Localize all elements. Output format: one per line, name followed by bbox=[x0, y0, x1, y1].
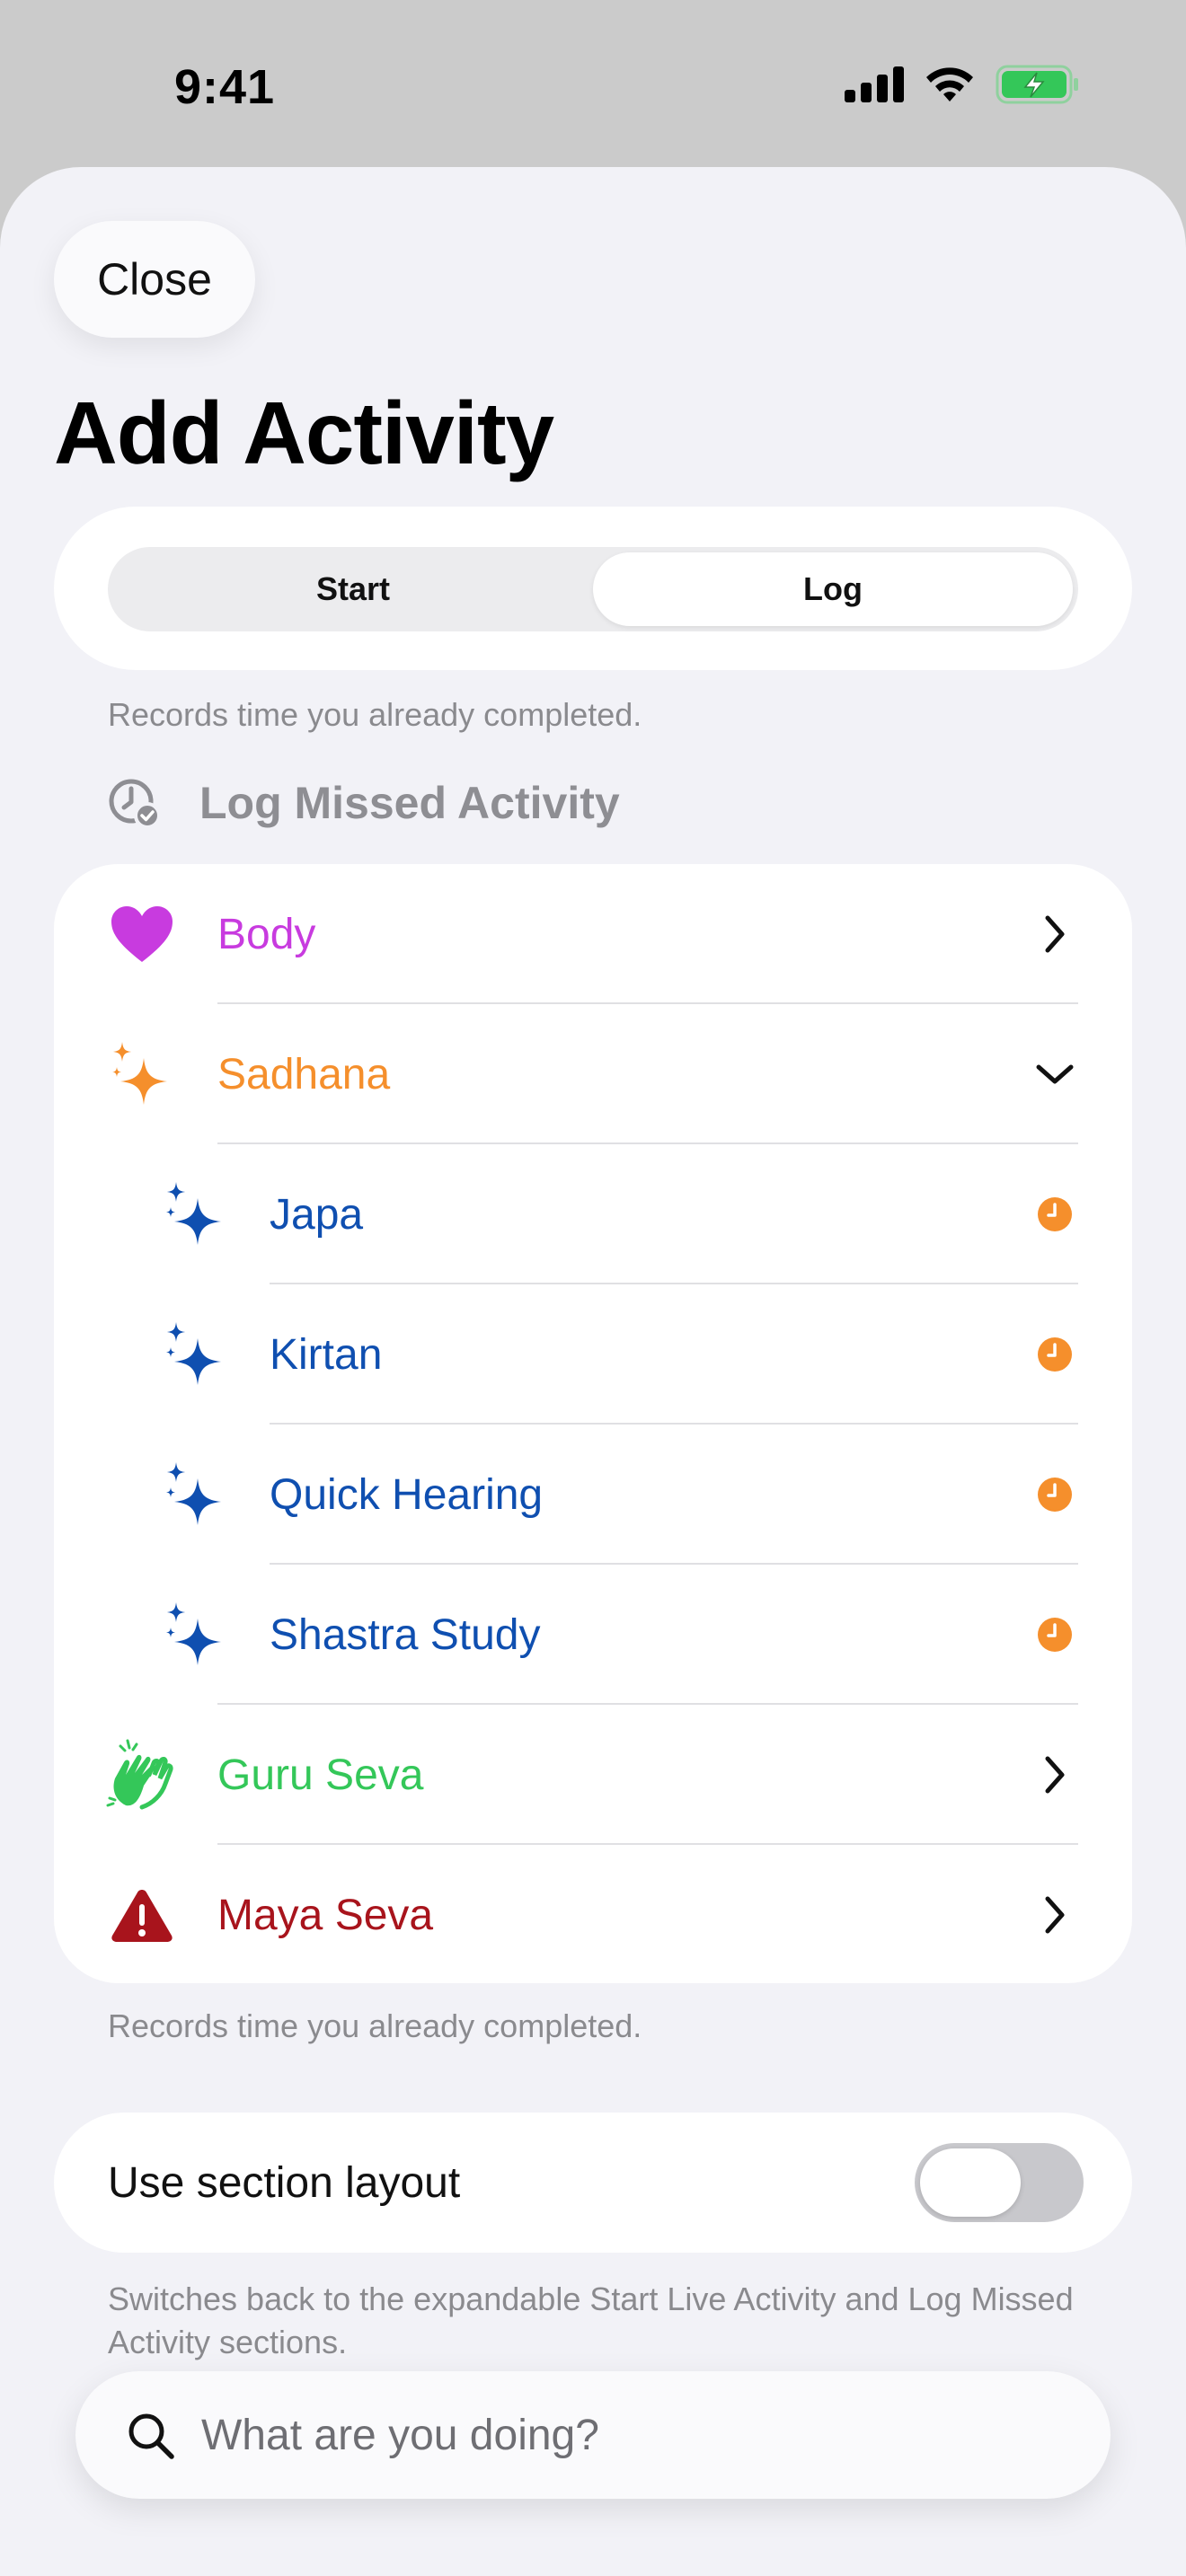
section-layout-toggle[interactable] bbox=[915, 2143, 1084, 2222]
status-icons bbox=[845, 65, 1080, 104]
orange-clock-icon bbox=[1031, 1471, 1078, 1518]
toggle-label: Use section layout bbox=[108, 2158, 461, 2207]
list-item-maya-seva[interactable]: Maya Seva bbox=[54, 1845, 1132, 1983]
mode-footnote: Records time you already completed. bbox=[108, 696, 642, 733]
add-activity-sheet: Close Add Activity Start Log Records tim… bbox=[0, 167, 1186, 2576]
page-title: Add Activity bbox=[54, 384, 554, 482]
list-item-kirtan[interactable]: Kirtan bbox=[54, 1284, 1132, 1425]
battery-charging-icon bbox=[996, 65, 1078, 104]
category-label: Body bbox=[217, 910, 316, 958]
orange-clock-icon bbox=[1031, 1611, 1078, 1658]
list-item-shastra-study[interactable]: Shastra Study bbox=[54, 1565, 1132, 1705]
heart-icon bbox=[108, 900, 176, 968]
search-icon bbox=[128, 2413, 174, 2459]
section-header: Log Missed Activity bbox=[106, 774, 620, 832]
list-item-sadhana[interactable]: Sadhana bbox=[54, 1004, 1132, 1144]
toggle-knob bbox=[920, 2148, 1021, 2217]
activity-label: Japa bbox=[270, 1190, 364, 1239]
chevron-right-icon bbox=[1031, 1892, 1078, 1938]
segment-start[interactable]: Start bbox=[113, 552, 593, 626]
status-bar: 9:41 bbox=[0, 0, 1186, 167]
list-footnote: Records time you already completed. bbox=[108, 2007, 642, 2044]
sparkles-icon bbox=[162, 1320, 230, 1389]
mode-segmented-control: Start Log bbox=[108, 547, 1078, 631]
section-title: Log Missed Activity bbox=[199, 778, 620, 828]
mode-picker-card: Start Log bbox=[54, 507, 1132, 670]
category-label: Maya Seva bbox=[217, 1891, 434, 1939]
chevron-right-icon bbox=[1031, 1751, 1078, 1798]
chevron-down-icon bbox=[1031, 1051, 1078, 1098]
sparkles-icon bbox=[108, 1040, 176, 1108]
segment-log[interactable]: Log bbox=[593, 552, 1073, 626]
search-bar bbox=[75, 2371, 1111, 2499]
activity-label: Shastra Study bbox=[270, 1610, 541, 1659]
activity-list: Body Sadhana Japa Kirtan Quick Hearing S… bbox=[54, 864, 1132, 1983]
list-item-quick-hearing[interactable]: Quick Hearing bbox=[54, 1425, 1132, 1565]
status-time: 9:41 bbox=[174, 60, 276, 114]
activity-label: Quick Hearing bbox=[270, 1470, 544, 1519]
cellular-signal-icon bbox=[845, 66, 904, 102]
layout-toggle-card: Use section layout bbox=[54, 2113, 1132, 2253]
category-label: Guru Seva bbox=[217, 1751, 424, 1799]
orange-clock-icon bbox=[1031, 1331, 1078, 1378]
search-input[interactable] bbox=[201, 2395, 1064, 2475]
list-item-japa[interactable]: Japa bbox=[54, 1144, 1132, 1284]
list-item-body[interactable]: Body bbox=[54, 864, 1132, 1004]
chevron-right-icon bbox=[1031, 911, 1078, 957]
category-label: Sadhana bbox=[217, 1050, 391, 1098]
hands-clapping-icon bbox=[106, 1739, 174, 1810]
activity-label: Kirtan bbox=[270, 1330, 383, 1379]
clock-checkmark-icon bbox=[109, 779, 161, 829]
toggle-footnote: Switches back to the expandable Start Li… bbox=[108, 2280, 1074, 2360]
close-button[interactable]: Close bbox=[54, 221, 255, 338]
sparkles-icon bbox=[162, 1180, 230, 1248]
sparkles-icon bbox=[162, 1601, 230, 1669]
wifi-icon bbox=[926, 67, 973, 101]
warning-triangle-icon bbox=[108, 1881, 176, 1949]
orange-clock-icon bbox=[1031, 1191, 1078, 1238]
list-item-guru-seva[interactable]: Guru Seva bbox=[54, 1705, 1132, 1845]
sparkles-icon bbox=[162, 1460, 230, 1529]
